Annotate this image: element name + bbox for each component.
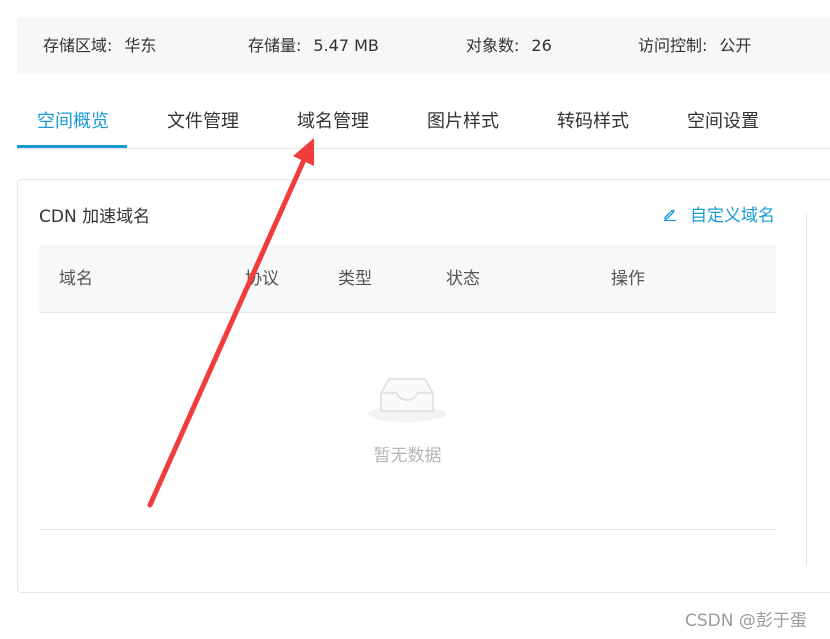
bucket-tabs: 空间概览 文件管理 域名管理 图片样式 转码样式 空间设置	[17, 96, 830, 149]
cdn-domain-panel: CDN 加速域名 自定义域名 域名 协议 类型 状态 操作 暂无数据	[17, 179, 830, 593]
info-region-label: 存储区域:	[43, 36, 113, 55]
bucket-info-bar: 存储区域: 华东 存储量: 5.47 MB 对象数: 26 访问控制: 公开	[17, 18, 830, 74]
info-objects: 对象数: 26	[466, 18, 552, 74]
info-storage-value: 5.47 MB	[313, 36, 379, 55]
edit-pencil-icon	[664, 208, 676, 221]
custom-domain-link[interactable]: 自定义域名	[662, 201, 775, 226]
empty-inbox-icon	[368, 378, 446, 422]
column-header-actions: 操作	[611, 269, 645, 289]
info-storage: 存储量: 5.47 MB	[248, 18, 379, 74]
empty-text: 暂无数据	[373, 446, 442, 466]
tab-overview[interactable]: 空间概览	[37, 96, 109, 148]
info-access-value: 公开	[719, 36, 752, 55]
tab-domain-management[interactable]: 域名管理	[297, 96, 369, 148]
column-header-type: 类型	[338, 269, 372, 289]
column-header-protocol: 协议	[245, 269, 279, 289]
table-empty-state: 暂无数据	[39, 313, 776, 530]
active-tab-indicator	[17, 145, 127, 148]
tab-image-styles[interactable]: 图片样式	[427, 96, 499, 148]
watermark: CSDN @彭于蛋	[685, 611, 807, 631]
info-region: 存储区域: 华东	[43, 18, 156, 74]
info-region-value: 华东	[124, 36, 157, 55]
table-header: 域名 协议 类型 状态 操作	[39, 245, 776, 313]
tab-space-settings[interactable]: 空间设置	[687, 96, 759, 148]
tab-transcode-styles[interactable]: 转码样式	[557, 96, 629, 148]
column-header-status: 状态	[446, 269, 480, 289]
column-header-domain: 域名	[59, 269, 93, 289]
info-access: 访问控制: 公开	[638, 18, 751, 74]
panel-title: CDN 加速域名	[39, 207, 151, 227]
tab-file-management[interactable]: 文件管理	[167, 96, 239, 148]
info-access-label: 访问控制:	[638, 36, 708, 55]
info-storage-label: 存储量:	[248, 36, 302, 55]
info-objects-value: 26	[531, 36, 552, 55]
info-objects-label: 对象数:	[466, 36, 520, 55]
panel-scrollbar-track	[806, 214, 807, 566]
custom-domain-label: 自定义域名	[690, 206, 775, 226]
